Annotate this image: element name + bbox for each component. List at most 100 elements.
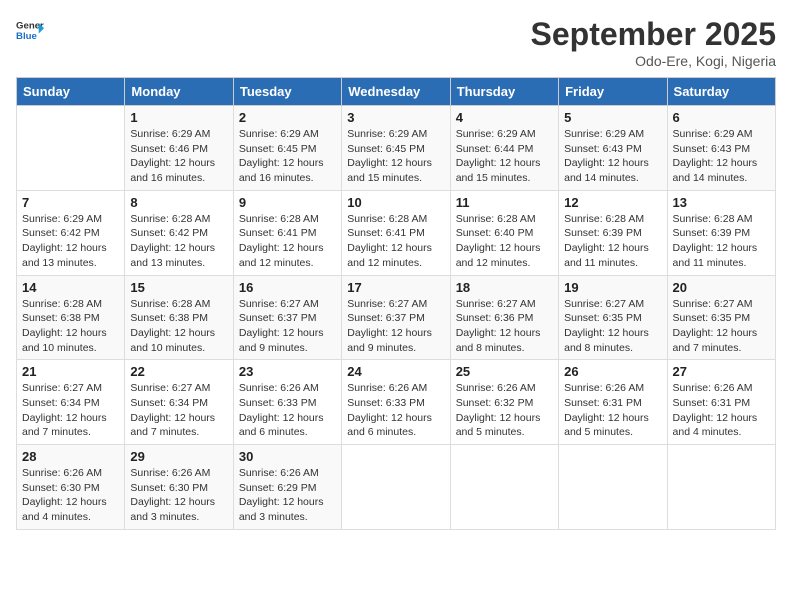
day-number: 25 [456,364,553,379]
day-info: Sunrise: 6:29 AM Sunset: 6:43 PM Dayligh… [564,127,661,186]
month-title: September 2025 [531,16,776,53]
calendar-day-cell: 19Sunrise: 6:27 AM Sunset: 6:35 PM Dayli… [559,275,667,360]
day-info: Sunrise: 6:29 AM Sunset: 6:44 PM Dayligh… [456,127,553,186]
calendar-day-cell [667,445,775,530]
calendar-week-row: 7 Sunrise: 6:29 AM Sunset: 6:42 PM Daylig… [17,190,776,275]
day-info: Sunrise: 6:29 AM Sunset: 6:46 PM Dayligh… [130,127,227,186]
calendar-day-cell: 30 Sunrise: 6:26 AM Sunset: 6:29 PM Dayli… [233,445,341,530]
calendar-day-cell: 18 Sunrise: 6:27 AM Sunset: 6:36 PM Dayli… [450,275,558,360]
day-number: 21 [22,364,119,379]
day-number: 14 [22,280,119,295]
calendar-day-cell: 23 Sunrise: 6:26 AM Sunset: 6:33 PM Dayli… [233,360,341,445]
calendar-day-cell: 16 Sunrise: 6:27 AM Sunset: 6:37 PM Dayli… [233,275,341,360]
day-number: 20 [673,280,770,295]
day-info: Sunrise: 6:28 AM Sunset: 6:38 PM Dayligh… [22,297,119,356]
day-info: Sunrise: 6:28 AM Sunset: 6:40 PM Dayligh… [456,212,553,271]
day-info: Sunrise: 6:27 AM Sunset: 6:34 PM Dayligh… [22,381,119,440]
day-number: 9 [239,195,336,210]
calendar-day-cell: 10 Sunrise: 6:28 AM Sunset: 6:41 PM Dayli… [342,190,450,275]
day-info: Sunrise: 6:28 AM Sunset: 6:38 PM Dayligh… [130,297,227,356]
title-block: September 2025 Odo-Ere, Kogi, Nigeria [531,16,776,69]
day-number: 11 [456,195,553,210]
day-info: Sunrise: 6:27 AM Sunset: 6:37 PM Dayligh… [239,297,336,356]
calendar-day-cell: 13Sunrise: 6:28 AM Sunset: 6:39 PM Dayli… [667,190,775,275]
day-info: Sunrise: 6:28 AM Sunset: 6:39 PM Dayligh… [673,212,770,271]
logo-icon: General Blue [16,16,44,44]
day-number: 6 [673,110,770,125]
calendar-day-cell: 27Sunrise: 6:26 AM Sunset: 6:31 PM Dayli… [667,360,775,445]
calendar-day-cell: 20 Sunrise: 6:27 AM Sunset: 6:35 PM Dayli… [667,275,775,360]
day-info: Sunrise: 6:28 AM Sunset: 6:42 PM Dayligh… [130,212,227,271]
day-info: Sunrise: 6:29 AM Sunset: 6:45 PM Dayligh… [347,127,444,186]
day-info: Sunrise: 6:28 AM Sunset: 6:41 PM Dayligh… [347,212,444,271]
calendar-week-row: 14 Sunrise: 6:28 AM Sunset: 6:38 PM Dayli… [17,275,776,360]
day-number: 18 [456,280,553,295]
weekday-header-cell: Wednesday [342,78,450,106]
day-number: 30 [239,449,336,464]
day-number: 28 [22,449,119,464]
calendar-body: 1 Sunrise: 6:29 AM Sunset: 6:46 PM Daylig… [17,106,776,530]
day-number: 7 [22,195,119,210]
day-number: 26 [564,364,661,379]
day-number: 29 [130,449,227,464]
weekday-header-cell: Sunday [17,78,125,106]
day-number: 3 [347,110,444,125]
day-info: Sunrise: 6:26 AM Sunset: 6:29 PM Dayligh… [239,466,336,525]
calendar-day-cell [17,106,125,191]
calendar-day-cell: 1 Sunrise: 6:29 AM Sunset: 6:46 PM Daylig… [125,106,233,191]
calendar-day-cell: 22 Sunrise: 6:27 AM Sunset: 6:34 PM Dayli… [125,360,233,445]
calendar-day-cell: 6 Sunrise: 6:29 AM Sunset: 6:43 PM Daylig… [667,106,775,191]
day-info: Sunrise: 6:29 AM Sunset: 6:43 PM Dayligh… [673,127,770,186]
calendar-day-cell [559,445,667,530]
day-info: Sunrise: 6:27 AM Sunset: 6:35 PM Dayligh… [673,297,770,356]
day-number: 8 [130,195,227,210]
day-number: 1 [130,110,227,125]
calendar-day-cell: 15 Sunrise: 6:28 AM Sunset: 6:38 PM Dayli… [125,275,233,360]
day-info: Sunrise: 6:26 AM Sunset: 6:30 PM Dayligh… [22,466,119,525]
calendar-week-row: 28 Sunrise: 6:26 AM Sunset: 6:30 PM Dayli… [17,445,776,530]
day-number: 27 [673,364,770,379]
day-info: Sunrise: 6:28 AM Sunset: 6:41 PM Dayligh… [239,212,336,271]
day-number: 22 [130,364,227,379]
day-info: Sunrise: 6:26 AM Sunset: 6:32 PM Dayligh… [456,381,553,440]
calendar-day-cell: 11 Sunrise: 6:28 AM Sunset: 6:40 PM Dayli… [450,190,558,275]
calendar-day-cell: 28 Sunrise: 6:26 AM Sunset: 6:30 PM Dayli… [17,445,125,530]
day-number: 17 [347,280,444,295]
day-info: Sunrise: 6:29 AM Sunset: 6:42 PM Dayligh… [22,212,119,271]
day-number: 12 [564,195,661,210]
day-number: 10 [347,195,444,210]
day-number: 2 [239,110,336,125]
calendar-day-cell: 26Sunrise: 6:26 AM Sunset: 6:31 PM Dayli… [559,360,667,445]
day-number: 15 [130,280,227,295]
day-info: Sunrise: 6:26 AM Sunset: 6:30 PM Dayligh… [130,466,227,525]
calendar-day-cell: 9 Sunrise: 6:28 AM Sunset: 6:41 PM Daylig… [233,190,341,275]
calendar-day-cell [342,445,450,530]
calendar-day-cell: 12 Sunrise: 6:28 AM Sunset: 6:39 PM Dayli… [559,190,667,275]
calendar-day-cell: 4 Sunrise: 6:29 AM Sunset: 6:44 PM Daylig… [450,106,558,191]
day-info: Sunrise: 6:27 AM Sunset: 6:36 PM Dayligh… [456,297,553,356]
weekday-header-row: SundayMondayTuesdayWednesdayThursdayFrid… [17,78,776,106]
day-info: Sunrise: 6:26 AM Sunset: 6:33 PM Dayligh… [239,381,336,440]
location-subtitle: Odo-Ere, Kogi, Nigeria [531,53,776,69]
calendar-week-row: 1 Sunrise: 6:29 AM Sunset: 6:46 PM Daylig… [17,106,776,191]
page-header: General Blue September 2025 Odo-Ere, Kog… [16,16,776,69]
day-info: Sunrise: 6:29 AM Sunset: 6:45 PM Dayligh… [239,127,336,186]
day-info: Sunrise: 6:27 AM Sunset: 6:35 PM Dayligh… [564,297,661,356]
weekday-header-cell: Thursday [450,78,558,106]
logo: General Blue [16,16,44,44]
day-number: 23 [239,364,336,379]
calendar-day-cell: 2 Sunrise: 6:29 AM Sunset: 6:45 PM Daylig… [233,106,341,191]
calendar-week-row: 21 Sunrise: 6:27 AM Sunset: 6:34 PM Dayli… [17,360,776,445]
day-number: 24 [347,364,444,379]
calendar-day-cell: 8 Sunrise: 6:28 AM Sunset: 6:42 PM Daylig… [125,190,233,275]
calendar-day-cell: 25 Sunrise: 6:26 AM Sunset: 6:32 PM Dayli… [450,360,558,445]
calendar-day-cell: 14 Sunrise: 6:28 AM Sunset: 6:38 PM Dayli… [17,275,125,360]
day-number: 16 [239,280,336,295]
day-number: 4 [456,110,553,125]
day-info: Sunrise: 6:28 AM Sunset: 6:39 PM Dayligh… [564,212,661,271]
svg-text:Blue: Blue [16,31,37,42]
calendar-table: SundayMondayTuesdayWednesdayThursdayFrid… [16,77,776,530]
calendar-day-cell [450,445,558,530]
day-info: Sunrise: 6:27 AM Sunset: 6:34 PM Dayligh… [130,381,227,440]
day-info: Sunrise: 6:26 AM Sunset: 6:33 PM Dayligh… [347,381,444,440]
